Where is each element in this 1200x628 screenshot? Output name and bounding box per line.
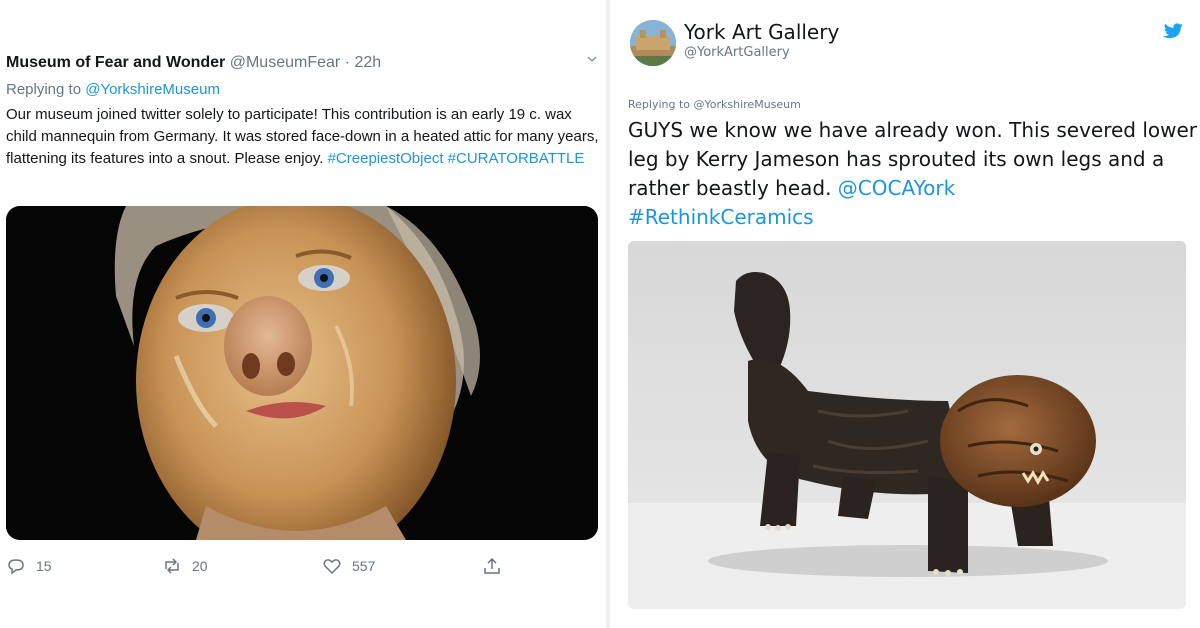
- tweet-body: Our museum joined twitter solely to part…: [6, 104, 602, 170]
- share-button[interactable]: [482, 556, 502, 576]
- wax-mannequin-photo[interactable]: [6, 206, 598, 540]
- replying-prefix: Replying to: [6, 81, 86, 98]
- replying-to: Replying to @YorkshireMuseum: [6, 81, 220, 98]
- ceramic-leg-creature-photo[interactable]: [628, 241, 1186, 609]
- replying-handle-link[interactable]: @YorkshireMuseum: [85, 81, 220, 98]
- author-handle[interactable]: @MuseumFear: [230, 54, 341, 71]
- author-name[interactable]: Museum of Fear and Wonder: [6, 54, 225, 71]
- tweet-actions: 15 20 557: [6, 556, 526, 578]
- share-icon: [484, 557, 500, 574]
- author-handle[interactable]: @YorkArtGallery: [684, 45, 790, 60]
- like-icon: [323, 559, 341, 575]
- retweet-button[interactable]: 20: [162, 556, 208, 576]
- retweet-count: 20: [192, 558, 208, 574]
- twitter-bird-icon[interactable]: [1162, 22, 1184, 42]
- reply-icon: [8, 559, 24, 575]
- chevron-down-icon[interactable]: [585, 52, 599, 66]
- replying-to[interactable]: Replying to @YorkshireMuseum: [628, 98, 801, 111]
- reply-count: 15: [36, 558, 52, 574]
- tweet-time[interactable]: 22h: [354, 54, 381, 71]
- hashtag-link[interactable]: #RethinkCeramics: [628, 205, 814, 229]
- right-tweet: York Art Gallery @YorkArtGallery Replyin…: [612, 0, 1200, 628]
- tweet-body: GUYS we know we have already won. This s…: [628, 116, 1198, 232]
- hashtag-link[interactable]: #CreepiestObject: [328, 150, 444, 167]
- reply-button[interactable]: 15: [6, 556, 52, 576]
- author-name[interactable]: York Art Gallery: [684, 20, 839, 44]
- header-separator: ·: [344, 54, 351, 71]
- hashtag-link[interactable]: #CURATORBATTLE: [448, 150, 585, 167]
- tweet-header: Museum of Fear and Wonder @MuseumFear · …: [6, 54, 381, 72]
- retweet-icon: [165, 558, 179, 574]
- like-button[interactable]: 557: [322, 556, 375, 576]
- panel-divider: [606, 0, 610, 628]
- avatar[interactable]: [630, 20, 676, 66]
- mention-link[interactable]: @COCAYork: [838, 176, 955, 200]
- left-tweet: Museum of Fear and Wonder @MuseumFear · …: [0, 0, 604, 628]
- like-count: 557: [352, 558, 376, 574]
